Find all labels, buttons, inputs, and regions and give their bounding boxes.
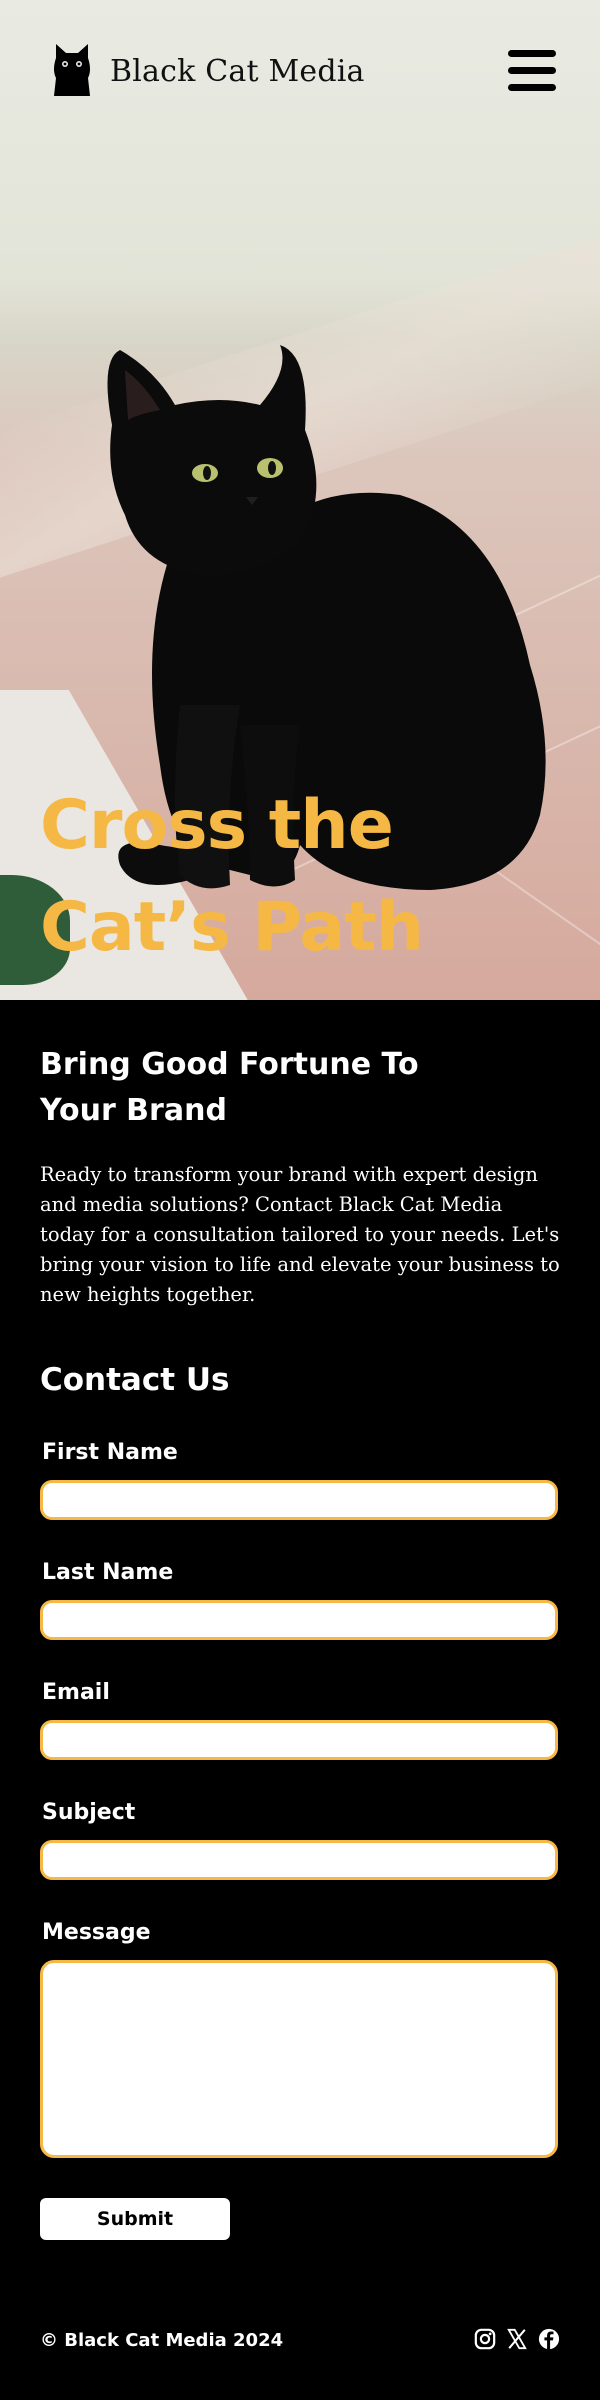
last-name-label: Last Name <box>42 1560 174 1585</box>
hamburger-menu-icon[interactable] <box>508 48 556 92</box>
brand-name[interactable]: Black Cat Media <box>110 54 365 89</box>
black-cat-icon[interactable] <box>52 44 92 96</box>
intro-heading: Bring Good Fortune To Your Brand <box>40 1042 540 1134</box>
site-footer: © Black Cat Media 2024 <box>40 2326 560 2356</box>
social-links <box>474 2328 560 2350</box>
menu-bar <box>508 67 556 74</box>
facebook-icon[interactable] <box>538 2328 560 2350</box>
intro-paragraph: Ready to transform your brand with exper… <box>40 1163 560 1306</box>
subject-label: Subject <box>42 1800 136 1825</box>
message-label: Message <box>42 1920 151 1945</box>
message-textarea[interactable] <box>40 1960 558 2158</box>
hero-title-line2: Cat’s Path <box>40 888 424 967</box>
hero-title: Cross the Cat’s Path <box>40 775 560 979</box>
site-header: Black Cat Media <box>0 0 600 140</box>
email-input[interactable] <box>40 1720 558 1760</box>
subject-input[interactable] <box>40 1840 558 1880</box>
email-label: Email <box>42 1680 110 1705</box>
intro-heading-line2: Your Brand <box>40 1093 227 1128</box>
menu-bar <box>508 84 556 91</box>
menu-bar <box>508 50 556 57</box>
copyright-text: © Black Cat Media 2024 <box>40 2330 284 2351</box>
hero-title-line1: Cross the <box>40 786 394 865</box>
instagram-icon[interactable] <box>474 2328 496 2350</box>
submit-button[interactable]: Submit <box>40 2198 230 2240</box>
x-icon[interactable] <box>506 2328 528 2350</box>
last-name-input[interactable] <box>40 1600 558 1640</box>
first-name-label: First Name <box>42 1440 178 1465</box>
first-name-input[interactable] <box>40 1480 558 1520</box>
intro-heading-line1: Bring Good Fortune To <box>40 1047 419 1082</box>
contact-heading: Contact Us <box>40 1362 230 1398</box>
